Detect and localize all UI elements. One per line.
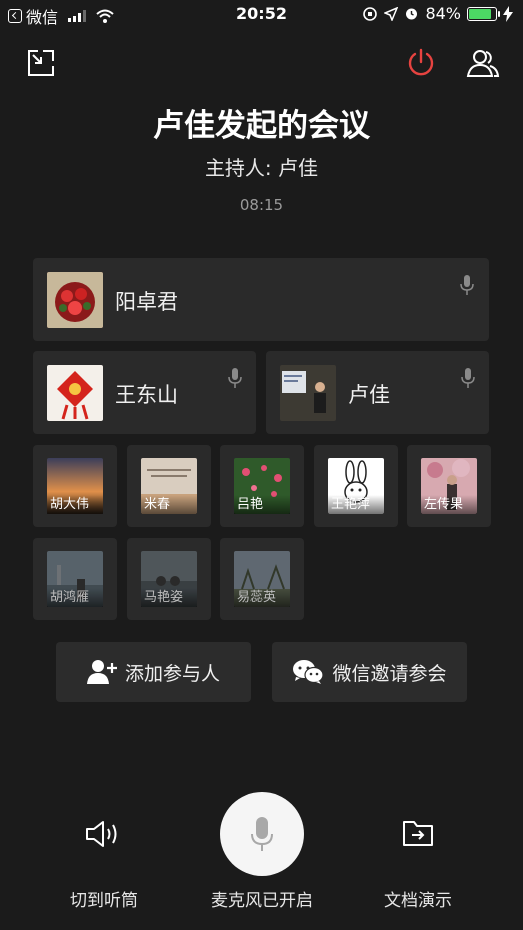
participant-name: 王艳萍 — [328, 495, 384, 514]
participant-tile[interactable]: 马艳姿 — [127, 538, 211, 620]
speaker-card[interactable]: 卢佳 — [266, 351, 489, 434]
participant-tile[interactable]: 易蕊英 — [220, 538, 304, 620]
avatar — [47, 272, 103, 328]
minimize-window-icon[interactable] — [26, 48, 56, 78]
speaker-name: 阳卓君 — [115, 290, 178, 314]
participant-name: 吕艳 — [234, 495, 290, 514]
participant-name: 易蕊英 — [234, 588, 290, 607]
participant-tile[interactable]: 胡鸿雁 — [33, 538, 117, 620]
wechat-invite-button[interactable]: 微信邀请参会 — [272, 642, 467, 702]
speaker-card[interactable]: 王东山 — [33, 351, 256, 434]
meeting-host: 主持人: 卢佳 — [204, 156, 319, 180]
participant-name: 胡鸿雁 — [47, 588, 103, 607]
switch-earpiece-label[interactable]: 切到听筒 — [54, 886, 154, 911]
add-participant-label: 添加参与人 — [124, 662, 220, 685]
speaker-icon[interactable] — [84, 816, 124, 852]
participant-tile[interactable]: 王艳萍 — [314, 445, 398, 527]
microphone-icon — [251, 817, 273, 851]
microphone-toggle-button[interactable] — [220, 792, 304, 876]
mic-icon — [228, 367, 242, 393]
add-participant-button[interactable]: 添加参与人 — [56, 642, 251, 702]
microphone-status-label[interactable]: 麦克风已开启 — [196, 886, 328, 911]
participant-tile[interactable]: 吕艳 — [220, 445, 304, 527]
participant-name: 左传果 — [421, 495, 477, 514]
participant-tile[interactable]: 胡大伟 — [33, 445, 117, 527]
wechat-icon — [293, 660, 325, 684]
speaker-name: 王东山 — [115, 383, 178, 407]
mic-icon — [460, 274, 474, 300]
avatar — [47, 365, 103, 421]
speaker-card-primary[interactable]: 阳卓君 — [33, 258, 489, 341]
battery-icon — [467, 6, 500, 21]
status-bar: 微信 20:52 84% — [0, 0, 523, 30]
participant-tile[interactable]: 左传果 — [407, 445, 491, 527]
charging-icon — [503, 5, 513, 22]
document-share-icon[interactable] — [401, 818, 435, 848]
meeting-timer: 08:15 — [239, 196, 284, 214]
location-icon — [384, 6, 399, 21]
participant-name: 胡大伟 — [47, 495, 103, 514]
avatar — [280, 365, 336, 421]
document-presentation-label[interactable]: 文档演示 — [368, 886, 468, 911]
wechat-invite-label: 微信邀请参会 — [332, 662, 447, 685]
rotation-lock-icon — [363, 6, 378, 21]
participant-name: 米春 — [141, 495, 197, 514]
add-person-icon — [86, 660, 117, 684]
status-right: 84% — [362, 4, 513, 23]
battery-fill — [469, 8, 491, 19]
alarm-icon — [406, 8, 418, 20]
speaker-name: 卢佳 — [348, 383, 390, 407]
participant-tile[interactable]: 米春 — [127, 445, 211, 527]
participant-name: 马艳姿 — [141, 588, 197, 607]
members-icon[interactable] — [465, 47, 501, 79]
power-icon[interactable] — [405, 47, 437, 79]
mic-icon — [461, 367, 475, 393]
battery-percent: 84% — [425, 4, 461, 23]
meeting-title: 卢佳发起的会议 — [153, 108, 370, 144]
